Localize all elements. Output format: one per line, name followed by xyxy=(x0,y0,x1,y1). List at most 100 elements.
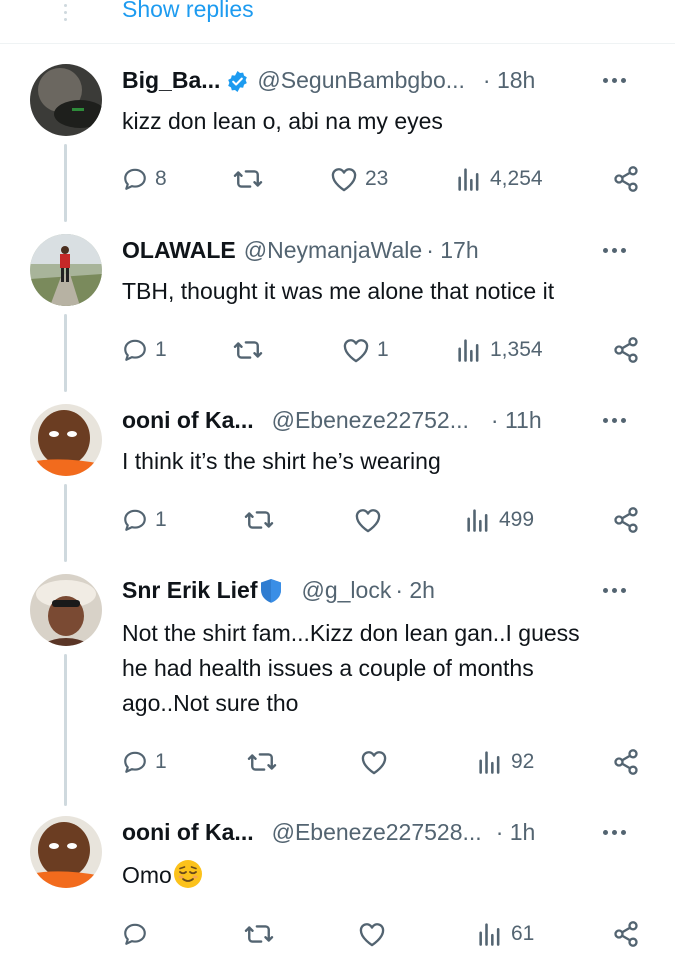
heart-icon xyxy=(331,168,357,192)
show-replies-link[interactable]: Show replies xyxy=(122,0,254,24)
views-icon xyxy=(467,509,488,532)
user-handle[interactable]: @SegunBambgbo... xyxy=(257,64,464,96)
more-options-icon[interactable] xyxy=(603,830,631,836)
timestamp[interactable]: · 18h xyxy=(483,64,535,96)
thread-dots xyxy=(61,4,69,24)
reply-item[interactable]: Big_Ba... @SegunBambgbo... · 18h kizz don … xyxy=(0,64,675,222)
share-button[interactable] xyxy=(612,505,640,535)
share-button[interactable] xyxy=(612,335,640,365)
user-handle[interactable]: @NeymanjaWale xyxy=(244,234,422,266)
share-button[interactable] xyxy=(612,919,640,949)
repost-icon xyxy=(244,925,274,943)
reply-button[interactable]: 1 xyxy=(122,505,167,535)
view-count: 4,254 xyxy=(490,167,543,190)
reply-button[interactable]: 8 xyxy=(122,164,167,194)
share-icon xyxy=(614,337,638,363)
user-handle[interactable]: @Ebeneze227528... xyxy=(272,816,482,848)
display-name[interactable]: Big_Ba... xyxy=(122,64,220,96)
reply-text: Not the shirt fam...Kizz don lean gan..I… xyxy=(122,620,580,716)
avatar[interactable] xyxy=(30,816,102,888)
reply-button[interactable]: 1 xyxy=(122,747,167,777)
reply-icon xyxy=(124,923,146,945)
views-button[interactable]: 92 xyxy=(476,747,534,777)
more-options-icon[interactable] xyxy=(603,588,631,594)
share-button[interactable] xyxy=(612,747,640,777)
share-icon xyxy=(614,921,638,947)
action-bar: 61 xyxy=(0,919,675,949)
divider xyxy=(0,43,675,44)
avatar[interactable] xyxy=(30,574,102,646)
like-button[interactable] xyxy=(360,747,395,777)
reply-item[interactable]: OLAWALE @NeymanjaWale · 17h TBH, thought i… xyxy=(0,234,675,392)
repost-icon xyxy=(247,753,277,771)
view-count: 1,354 xyxy=(490,338,543,361)
reply-text: TBH, thought it was me alone that notice… xyxy=(122,278,555,304)
views-icon xyxy=(458,339,479,362)
view-count: 499 xyxy=(499,508,535,531)
relieved-face-emoji xyxy=(173,859,203,889)
share-icon xyxy=(614,749,638,775)
timestamp[interactable]: · 17h xyxy=(426,234,478,266)
action-bar: 1 499 xyxy=(0,505,675,535)
display-name[interactable]: ooni of Ka... xyxy=(122,404,254,436)
views-icon xyxy=(479,751,500,774)
avatar[interactable] xyxy=(30,234,102,306)
reply-icon xyxy=(124,339,146,361)
reply-count: 1 xyxy=(155,338,167,361)
show-replies-bar: Show replies xyxy=(0,0,675,44)
reply-icon xyxy=(124,751,146,773)
like-button[interactable]: 1 xyxy=(342,335,389,365)
view-count: 61 xyxy=(511,922,535,945)
heart-icon xyxy=(343,339,369,363)
reply-header: ooni of Ka... @Ebeneze22752... · 11h xyxy=(122,404,542,436)
timestamp[interactable]: · 11h xyxy=(491,404,542,436)
display-name[interactable]: OLAWALE xyxy=(122,234,236,266)
action-bar: 1 1 1,354 xyxy=(0,335,675,365)
reply-item[interactable]: Snr Erik Lief @g_lock · 2h Not the shirt f… xyxy=(0,574,675,806)
display-name[interactable]: Snr Erik Lief xyxy=(122,574,257,606)
repost-icon xyxy=(244,511,274,529)
views-button[interactable]: 1,354 xyxy=(455,335,543,365)
repost-button[interactable] xyxy=(232,164,271,194)
views-button[interactable]: 4,254 xyxy=(455,164,543,194)
heart-icon xyxy=(359,923,385,947)
avatar[interactable] xyxy=(30,404,102,476)
share-button[interactable] xyxy=(612,164,640,194)
repost-button[interactable] xyxy=(246,747,285,777)
view-count: 92 xyxy=(511,750,535,773)
more-options-icon[interactable] xyxy=(603,78,631,84)
reply-item[interactable]: ooni of Ka... @Ebeneze22752... · 11h I thi… xyxy=(0,404,675,562)
like-count: 1 xyxy=(377,338,389,361)
more-options-icon[interactable] xyxy=(603,248,631,254)
share-icon xyxy=(614,507,638,533)
like-button[interactable]: 23 xyxy=(330,164,388,194)
reply-button[interactable] xyxy=(122,919,155,949)
reply-item[interactable]: ooni of Ka... @Ebeneze227528... · 1h Omo 6… xyxy=(0,816,675,966)
reply-header: OLAWALE @NeymanjaWale · 17h xyxy=(122,234,479,266)
avatar[interactable] xyxy=(30,64,102,136)
repost-button[interactable] xyxy=(243,505,282,535)
reply-text-content: Omo xyxy=(122,862,172,888)
timestamp[interactable]: · 1h xyxy=(496,816,536,848)
views-button[interactable]: 61 xyxy=(476,919,534,949)
views-icon xyxy=(479,923,500,946)
user-handle[interactable]: @g_lock xyxy=(301,574,391,606)
repost-icon xyxy=(233,341,263,359)
display-name[interactable]: ooni of Ka... xyxy=(122,816,254,848)
thread-line xyxy=(64,654,67,806)
timestamp[interactable]: · 2h xyxy=(395,574,435,606)
more-options-icon[interactable] xyxy=(603,418,631,424)
shield-icon xyxy=(259,578,283,612)
reply-header: Big_Ba... @SegunBambgbo... · 18h xyxy=(122,64,535,96)
reply-text: I think it’s the shirt he’s wearing xyxy=(122,448,441,474)
verified-badge-icon xyxy=(226,69,249,101)
action-bar: 8 23 4,254 xyxy=(0,164,675,194)
repost-button[interactable] xyxy=(232,335,271,365)
repost-button[interactable] xyxy=(243,919,282,949)
like-button[interactable] xyxy=(354,505,389,535)
like-button[interactable] xyxy=(358,919,393,949)
views-button[interactable]: 499 xyxy=(464,505,534,535)
user-handle[interactable]: @Ebeneze22752... xyxy=(272,404,469,436)
reply-button[interactable]: 1 xyxy=(122,335,167,365)
share-icon xyxy=(614,166,638,192)
